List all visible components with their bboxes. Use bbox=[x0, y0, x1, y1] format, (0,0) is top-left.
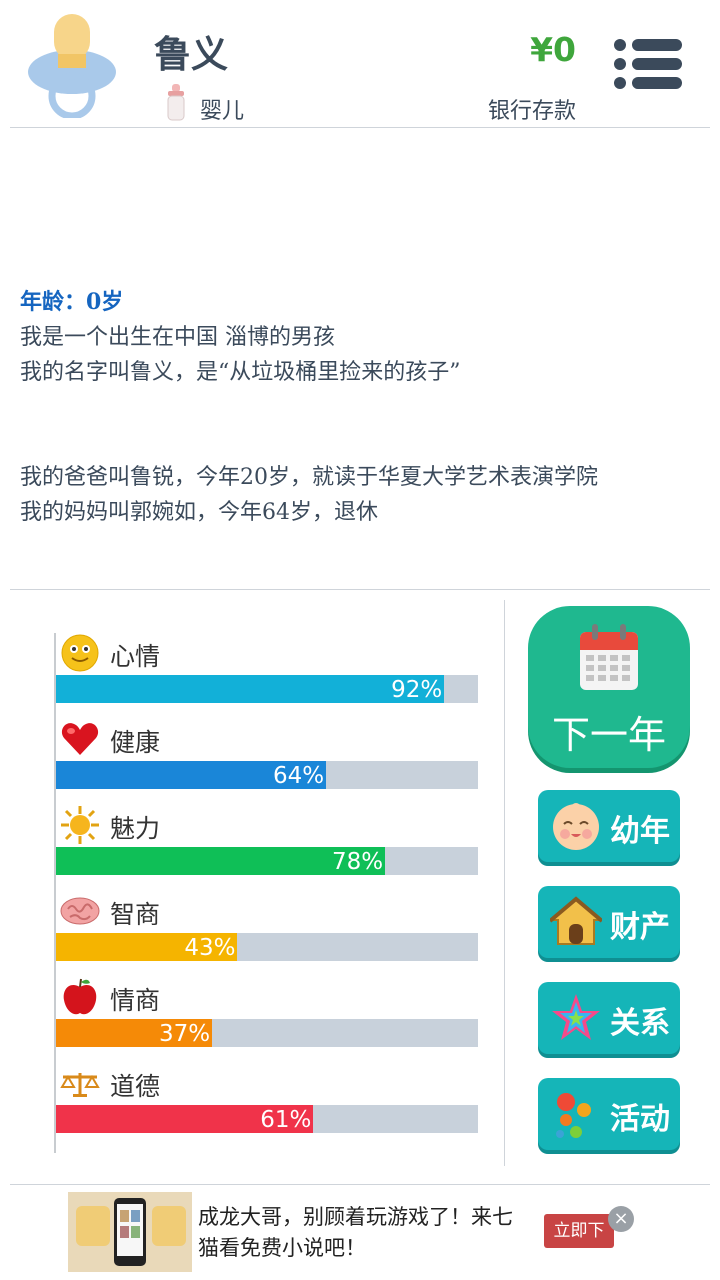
story-log: 年龄：0岁 我是一个出生在中国 淄博的男孩 我的名字叫鲁义，是“从垃圾桶里捡来的… bbox=[20, 285, 700, 530]
story-line: 我的名字叫鲁义，是“从垃圾桶里捡来的孩子” bbox=[20, 360, 461, 385]
stat-bar-fill: 43% bbox=[56, 933, 238, 961]
apple-icon bbox=[63, 978, 97, 1015]
stat-mood: 心情 92% bbox=[56, 633, 478, 713]
stat-track: 92% bbox=[56, 675, 478, 703]
relations-label: 关系 bbox=[610, 1006, 670, 1041]
brain-icon bbox=[60, 897, 100, 925]
activity-dots-icon bbox=[556, 1093, 591, 1138]
assets-label: 财产 bbox=[610, 910, 670, 945]
stat-track: 78% bbox=[56, 847, 478, 875]
stat-label: 智商 bbox=[110, 900, 161, 929]
stat-track: 61% bbox=[56, 1105, 478, 1133]
story-line: 我的妈妈叫郭婉如，今年64岁，退休 bbox=[20, 500, 378, 525]
childhood-label: 幼年 bbox=[610, 814, 670, 849]
baby-face-icon bbox=[553, 803, 599, 850]
stat-percent: 37% bbox=[159, 1021, 211, 1047]
activities-label: 活动 bbox=[610, 1102, 670, 1137]
bank-balance: ¥0 bbox=[530, 30, 576, 69]
sun-icon bbox=[61, 806, 99, 844]
childhood-button[interactable]: 幼年 bbox=[538, 790, 680, 862]
activities-button[interactable]: 活动 bbox=[538, 1078, 680, 1150]
bank-balance-label: 银行存款 bbox=[487, 99, 576, 124]
stat-label: 心情 bbox=[110, 642, 161, 671]
ad-close-icon[interactable]: × bbox=[608, 1206, 634, 1232]
stat-morality: 道德 61% bbox=[56, 1063, 478, 1143]
stat-label: 健康 bbox=[110, 728, 161, 757]
stat-track: 64% bbox=[56, 761, 478, 789]
pacifier-avatar-icon bbox=[28, 14, 116, 118]
stat-label: 道德 bbox=[110, 1072, 161, 1101]
heart-icon bbox=[61, 723, 99, 755]
menu-icon[interactable] bbox=[612, 38, 684, 90]
header-divider bbox=[10, 127, 710, 128]
stat-bar-fill: 64% bbox=[56, 761, 327, 789]
relations-button[interactable]: 关系 bbox=[538, 982, 680, 1054]
house-icon bbox=[550, 896, 602, 945]
stat-bar-fill: 78% bbox=[56, 847, 386, 875]
stat-charm: 魅力 78% bbox=[56, 805, 478, 885]
next-year-button[interactable]: 下一年 bbox=[528, 606, 690, 768]
ad-download-button[interactable]: 立即下 bbox=[544, 1214, 614, 1248]
stat-track: 37% bbox=[56, 1019, 478, 1047]
stat-label: 魅力 bbox=[110, 814, 161, 843]
stat-eq: 情商 37% bbox=[56, 977, 478, 1057]
stat-bar-fill: 92% bbox=[56, 675, 445, 703]
stat-bar-fill: 37% bbox=[56, 1019, 213, 1047]
stat-label: 情商 bbox=[110, 986, 161, 1015]
star-icon bbox=[552, 994, 600, 1040]
ad-thumbnail[interactable] bbox=[68, 1192, 192, 1272]
ad-divider bbox=[10, 1184, 710, 1185]
stat-percent: 43% bbox=[184, 935, 236, 961]
stat-percent: 92% bbox=[391, 677, 443, 703]
stat-track: 43% bbox=[56, 933, 478, 961]
stat-percent: 64% bbox=[272, 763, 325, 789]
panel-divider bbox=[504, 600, 505, 1166]
life-stage-label: 婴儿 bbox=[200, 99, 245, 124]
calendar-icon bbox=[580, 624, 638, 690]
story-line: 我是一个出生在中国 淄博的男孩 bbox=[20, 325, 335, 350]
stat-iq: 智商 43% bbox=[56, 891, 478, 971]
scales-icon bbox=[60, 1073, 100, 1097]
baby-bottle-icon bbox=[167, 84, 185, 121]
assets-button[interactable]: 财产 bbox=[538, 886, 680, 958]
stat-health: 健康 64% bbox=[56, 719, 478, 799]
smiley-icon bbox=[61, 634, 99, 672]
stat-bar-fill: 61% bbox=[56, 1105, 314, 1133]
story-divider bbox=[10, 589, 710, 590]
stat-percent: 61% bbox=[260, 1107, 312, 1133]
ad-text[interactable]: 成龙大哥，别顾着玩游戏了！来七猫看免费小说吧！ bbox=[198, 1202, 518, 1264]
character-name: 鲁义 bbox=[154, 33, 228, 76]
story-line: 我的爸爸叫鲁锐，今年20岁，就读于华夏大学艺术表演学院 bbox=[20, 465, 598, 490]
next-year-label: 下一年 bbox=[551, 713, 666, 757]
stat-percent: 78% bbox=[332, 849, 384, 875]
age-line: 年龄：0岁 bbox=[20, 289, 124, 315]
